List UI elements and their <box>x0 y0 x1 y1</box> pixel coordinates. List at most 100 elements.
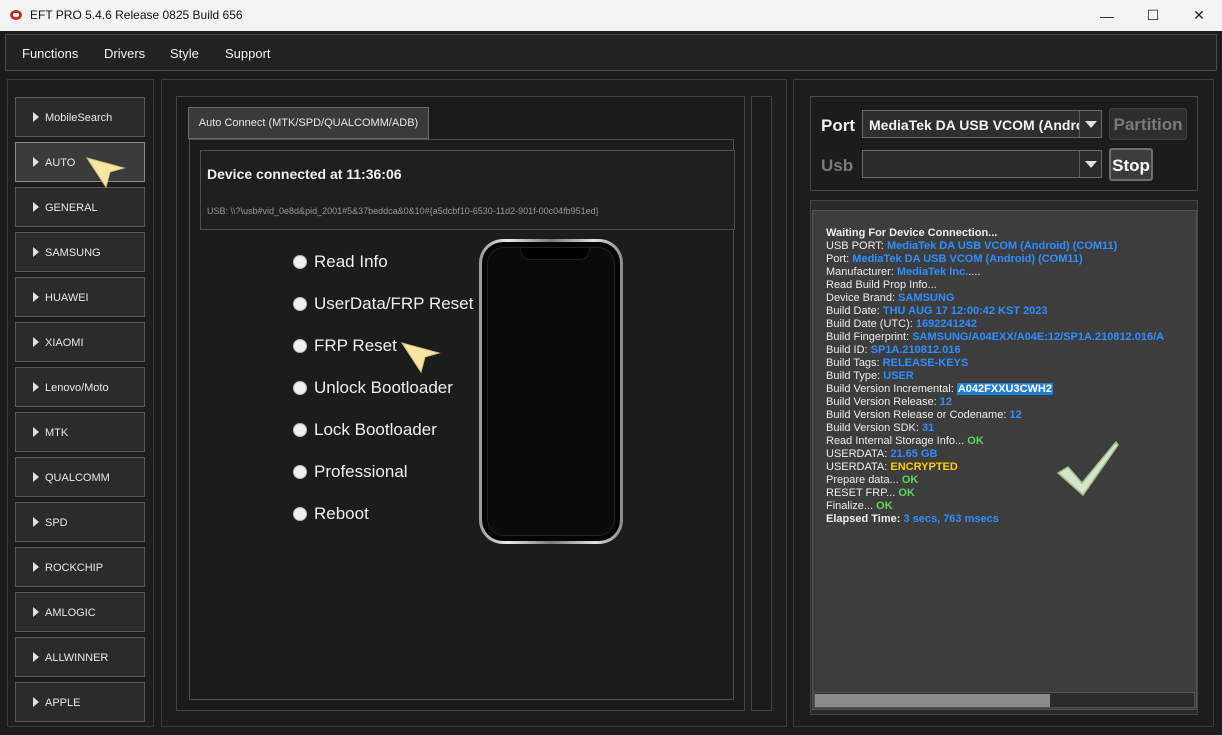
log-line: USB PORT: MediaTek DA USB VCOM (Android)… <box>826 240 1117 252</box>
stop-button[interactable]: Stop <box>1109 148 1153 181</box>
sidebar-item-general[interactable]: GENERAL <box>15 187 145 227</box>
sidebar-item-label: SPD <box>45 517 68 529</box>
window-title: EFT PRO 5.4.6 Release 0825 Build 656 <box>30 8 243 22</box>
arrow-pointer-icon <box>401 342 441 374</box>
log-line: Build Date: THU AUG 17 12:00:42 KST 2023 <box>826 305 1048 317</box>
chevron-down-icon[interactable] <box>1079 111 1101 137</box>
port-select[interactable]: MediaTek DA USB VCOM (Android <box>862 110 1102 138</box>
sidebar-item-label: XIAOMI <box>45 337 84 349</box>
chevron-right-icon <box>33 652 39 662</box>
radio-button[interactable] <box>293 507 307 521</box>
chevron-right-icon <box>33 607 39 617</box>
sidebar-item-mtk[interactable]: MTK <box>15 412 145 452</box>
log-line: Build Type: USER <box>826 370 914 382</box>
partition-button[interactable]: Partition <box>1109 108 1187 140</box>
radio-button[interactable] <box>293 423 307 437</box>
log-label: USERDATA: <box>826 461 891 473</box>
radio-button[interactable] <box>293 339 307 353</box>
usb-select[interactable] <box>862 150 1102 178</box>
sidebar-item-samsung[interactable]: SAMSUNG <box>15 232 145 272</box>
sidebar-item-rockchip[interactable]: ROCKCHIP <box>15 547 145 587</box>
chevron-down-icon[interactable] <box>1079 151 1101 177</box>
log-value: A042FXXU3CWH2 <box>956 383 1053 395</box>
sidebar-item-lenovo-moto[interactable]: Lenovo/Moto <box>15 367 145 407</box>
log-output[interactable]: Waiting For Device Connection... USB PORT… <box>812 210 1197 710</box>
log-line: Finalize... OK <box>826 500 893 512</box>
log-text: Read Build Prop Info... <box>826 279 937 291</box>
option-read-info[interactable]: Read Info <box>293 251 388 273</box>
log-line: Manufacturer: MediaTek Inc..... <box>826 266 980 278</box>
sidebar-item-allwinner[interactable]: ALLWINNER <box>15 637 145 677</box>
option-label: Unlock Bootloader <box>314 378 453 397</box>
radio-button[interactable] <box>293 297 307 311</box>
log-scroll-thumb[interactable] <box>815 694 1050 707</box>
sidebar-item-xiaomi[interactable]: XIAOMI <box>15 322 145 362</box>
option-userdata-frp-reset[interactable]: UserData/FRP Reset <box>293 293 473 315</box>
device-status-text: Device connected at 11:36:06 <box>207 166 402 182</box>
log-line: USERDATA: 21.65 GB <box>826 448 937 460</box>
log-line: Build Version Release or Codename: 12 <box>826 409 1022 421</box>
menu-style[interactable]: Style <box>170 46 199 61</box>
sidebar-item-label: QUALCOMM <box>45 472 110 484</box>
sidebar-item-mobilesearch[interactable]: MobileSearch <box>15 97 145 137</box>
log-value: 21.65 GB <box>890 448 938 460</box>
chevron-right-icon <box>33 337 39 347</box>
sidebar-item-label: SAMSUNG <box>45 247 101 259</box>
arrow-pointer-icon <box>86 157 126 189</box>
chevron-right-icon <box>33 157 39 167</box>
log-value: 31 <box>922 422 935 434</box>
log-value: SAMSUNG <box>898 292 955 304</box>
option-label: FRP Reset <box>314 336 397 355</box>
log-value: MediaTek Inc. <box>896 266 969 278</box>
log-text: Waiting For Device Connection... <box>826 227 998 239</box>
log-line: Build Version SDK: 31 <box>826 422 934 434</box>
sidebar-item-label: APPLE <box>45 697 81 709</box>
option-reboot[interactable]: Reboot <box>293 503 369 525</box>
log-line: Build ID: SP1A.210812.016 <box>826 344 961 356</box>
log-label: Build Version Release: <box>826 396 940 408</box>
sidebar-item-label: Lenovo/Moto <box>45 382 109 394</box>
sidebar-item-apple[interactable]: APPLE <box>15 682 145 722</box>
log-label: Build Version SDK: <box>826 422 922 434</box>
tab-auto-connect[interactable]: Auto Connect (MTK/SPD/QUALCOMM/ADB) <box>188 107 429 139</box>
log-value: RELEASE-KEYS <box>882 357 969 369</box>
log-horizontal-scrollbar[interactable] <box>814 692 1195 708</box>
option-professional[interactable]: Professional <box>293 461 408 483</box>
chevron-right-icon <box>33 247 39 257</box>
radio-button[interactable] <box>293 381 307 395</box>
option-unlock-bootloader[interactable]: Unlock Bootloader <box>293 377 453 399</box>
menu-support[interactable]: Support <box>225 46 271 61</box>
log-value: OK <box>898 487 915 499</box>
log-label: Build ID: <box>826 344 871 356</box>
log-value: 12 <box>939 396 952 408</box>
menu-drivers[interactable]: Drivers <box>104 46 145 61</box>
log-line: Build Tags: RELEASE-KEYS <box>826 357 968 369</box>
option-frp-reset[interactable]: FRP Reset <box>293 335 397 357</box>
sidebar-item-spd[interactable]: SPD <box>15 502 145 542</box>
log-value: SAMSUNG/A04EXX/A04E:12/SP1A.210812.016/A <box>912 331 1165 343</box>
log-line: Elapsed Time: 3 secs, 763 msecs <box>826 513 999 525</box>
sidebar-item-qualcomm[interactable]: QUALCOMM <box>15 457 145 497</box>
log-label: Build Fingerprint: <box>826 331 913 343</box>
menu-functions[interactable]: Functions <box>22 46 78 61</box>
log-label: Elapsed Time: <box>826 513 904 525</box>
log-line: Build Date (UTC): 1692241242 <box>826 318 977 330</box>
sidebar-item-amlogic[interactable]: AMLOGIC <box>15 592 145 632</box>
log-line: Read Internal Storage Info... OK <box>826 435 984 447</box>
chevron-right-icon <box>33 112 39 122</box>
log-label: Build Tags: <box>826 357 883 369</box>
log-label: USERDATA: <box>826 448 891 460</box>
log-label: RESET FRP... <box>826 487 899 499</box>
main-scrollbar[interactable] <box>751 96 772 711</box>
option-lock-bootloader[interactable]: Lock Bootloader <box>293 419 437 441</box>
radio-button[interactable] <box>293 465 307 479</box>
maximize-button[interactable]: ☐ <box>1130 0 1176 31</box>
close-button[interactable]: ✕ <box>1176 0 1222 31</box>
chevron-right-icon <box>33 292 39 302</box>
log-label: Device Brand: <box>826 292 899 304</box>
checkmark-icon <box>1056 440 1119 497</box>
log-value: SP1A.210812.016 <box>870 344 961 356</box>
radio-button[interactable] <box>293 255 307 269</box>
minimize-button[interactable]: — <box>1084 0 1130 31</box>
sidebar-item-huawei[interactable]: HUAWEI <box>15 277 145 317</box>
